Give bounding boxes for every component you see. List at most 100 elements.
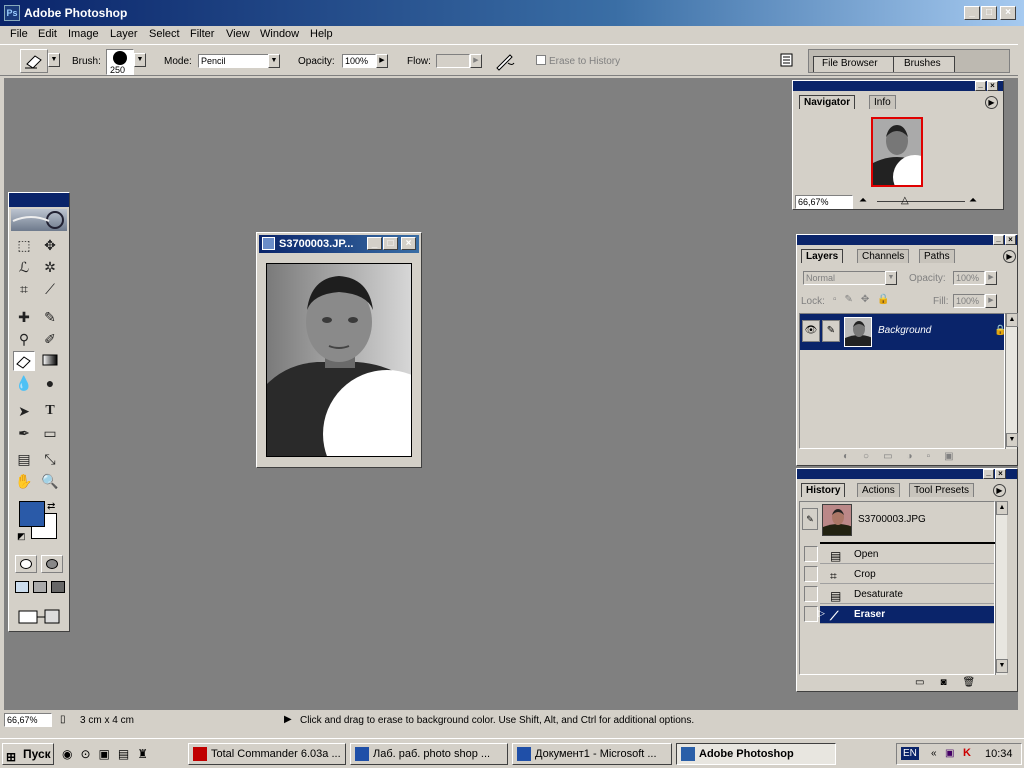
brush-tool-icon[interactable]: ✎ <box>39 307 61 327</box>
jump-to-imageready-icon[interactable] <box>17 607 63 625</box>
hand-tool-icon[interactable]: ✋ <box>13 471 35 491</box>
zoom-tool-icon[interactable]: 🔍 <box>39 471 61 491</box>
menu-help[interactable]: Help <box>310 28 333 40</box>
lock-icons[interactable]: ▫✎✥🔒 <box>833 294 898 305</box>
layers-opacity-arrow[interactable]: ▶ <box>985 271 997 285</box>
notes-tool-icon[interactable]: ▤ <box>13 449 35 469</box>
path-selection-tool-icon[interactable]: ➤ <box>13 401 35 421</box>
tool-preset-picker[interactable] <box>20 49 48 73</box>
history-step-open[interactable]: ▤ Open <box>820 546 994 564</box>
brush-link-icon[interactable]: ✎ <box>822 320 840 342</box>
menu-view[interactable]: View <box>226 28 250 40</box>
healing-brush-tool-icon[interactable]: ✚ <box>13 307 35 327</box>
layers-panel-title[interactable] <box>797 235 1017 245</box>
history-tab[interactable]: History <box>801 483 846 497</box>
history-source-box[interactable] <box>804 566 818 582</box>
history-close-button[interactable]: × <box>995 469 1006 479</box>
history-menu-button[interactable]: ▶ <box>993 484 1006 497</box>
marquee-tool-icon[interactable]: ⬚ <box>13 235 35 255</box>
quick-launch-icons[interactable]: ◉⊙▣▤♜ <box>62 747 156 761</box>
screen-mode-full-icon[interactable] <box>51 581 65 593</box>
lasso-tool-icon[interactable]: ℒ <box>13 257 35 277</box>
layers-menu-button[interactable]: ▶ <box>1003 250 1016 263</box>
history-scrollbar[interactable]: ▲ ▼ <box>995 501 1008 675</box>
layers-close-button[interactable]: × <box>1005 235 1016 245</box>
paths-tab[interactable]: Paths <box>919 249 955 263</box>
gradient-tool-icon[interactable] <box>39 351 61 371</box>
tray-app-icon[interactable]: ▣ <box>945 748 954 759</box>
task-word-document[interactable]: Документ1 - Microsoft ... <box>512 743 672 765</box>
screen-mode-menu-icon[interactable] <box>33 581 47 593</box>
layers-tab[interactable]: Layers <box>801 249 844 263</box>
standard-mode-icon[interactable] <box>15 555 37 573</box>
navigator-close-button[interactable]: × <box>987 81 998 91</box>
menu-select[interactable]: Select <box>149 28 180 40</box>
default-colors-icon[interactable]: ◩ <box>17 531 26 542</box>
menu-layer[interactable]: Layer <box>110 28 138 40</box>
brush-preview[interactable]: 250 <box>106 49 134 75</box>
history-step-desaturate[interactable]: ▤ Desaturate <box>820 586 994 604</box>
history-minimize-button[interactable]: _ <box>983 469 994 479</box>
erase-history-checkbox[interactable] <box>536 55 546 65</box>
magic-wand-tool-icon[interactable]: ✲ <box>39 257 61 277</box>
brush-dropdown[interactable]: ▼ <box>134 53 146 67</box>
history-source-box[interactable] <box>804 546 818 562</box>
layers-footer-icons[interactable]: ◐○▭◑▫▣ <box>843 451 968 462</box>
adobe-online-icon[interactable] <box>11 209 67 231</box>
swap-colors-icon[interactable]: ⇄ <box>47 501 55 512</box>
eyedropper-tool-icon[interactable]: ⤡ <box>39 449 61 469</box>
history-source-box[interactable] <box>804 586 818 602</box>
menu-file[interactable]: File <box>10 28 28 40</box>
tray-arrows-icon[interactable]: « <box>931 748 937 759</box>
actions-tab[interactable]: Actions <box>857 483 900 497</box>
type-tool-icon[interactable]: T <box>39 401 61 421</box>
move-tool-icon[interactable]: ✥ <box>39 235 61 255</box>
zoom-out-icon[interactable]: ⏶ <box>859 195 867 206</box>
palette-menu-icon[interactable] <box>780 53 794 67</box>
screen-mode-standard-icon[interactable] <box>15 581 29 593</box>
quick-mask-icon[interactable] <box>41 555 63 573</box>
fill-arrow[interactable]: ▶ <box>985 294 997 308</box>
image-canvas[interactable] <box>266 263 412 457</box>
history-footer-icons[interactable]: ▭◙🗑 <box>915 677 991 688</box>
layers-minimize-button[interactable]: _ <box>993 235 1004 245</box>
doc-close-button[interactable]: × <box>401 237 416 250</box>
language-indicator[interactable]: EN <box>901 747 919 760</box>
rectangle-tool-icon[interactable]: ▭ <box>39 423 61 443</box>
eye-visibility-icon[interactable]: 👁 <box>802 320 820 342</box>
status-menu-arrow-icon[interactable]: ▶ <box>284 714 292 725</box>
mode-select[interactable]: Pencil <box>198 54 270 68</box>
document-title-bar[interactable]: S3700003.JP... _ □ × <box>259 235 419 253</box>
navigator-menu-button[interactable]: ▶ <box>985 96 998 109</box>
menu-window[interactable]: Window <box>260 28 299 40</box>
layers-opacity-input[interactable]: 100% <box>953 271 985 285</box>
fill-input[interactable]: 100% <box>953 294 985 308</box>
task-total-commander[interactable]: Total Commander 6.03a ... <box>188 743 346 765</box>
window-title-bar[interactable]: Ps Adobe Photoshop _ □ × <box>0 0 1024 26</box>
layers-scrollbar[interactable]: ▲ ▼ <box>1005 313 1018 449</box>
menu-edit[interactable]: Edit <box>38 28 57 40</box>
eraser-tool-icon[interactable] <box>13 351 35 371</box>
zoom-slider-thumb[interactable]: △ <box>901 195 909 206</box>
pen-tool-icon[interactable]: ✒ <box>13 423 35 443</box>
blur-tool-icon[interactable]: 💧 <box>13 373 35 393</box>
channels-tab[interactable]: Channels <box>857 249 910 263</box>
navigator-tab[interactable]: Navigator <box>799 95 856 109</box>
history-step-eraser[interactable]: ⟋ Eraser <box>820 606 994 624</box>
airbrush-icon[interactable] <box>494 51 516 71</box>
snapshot-source-icon[interactable]: ✎ <box>802 508 818 530</box>
zoom-slider[interactable] <box>877 201 965 202</box>
mode-dropdown[interactable]: ▼ <box>268 54 280 68</box>
minimize-button[interactable]: _ <box>964 6 980 20</box>
brushes-tab[interactable]: Brushes <box>893 56 955 72</box>
navigator-minimize-button[interactable]: _ <box>975 81 986 91</box>
blend-mode-select[interactable]: Normal <box>803 271 887 285</box>
navigator-thumbnail[interactable] <box>871 117 923 187</box>
history-brush-tool-icon[interactable]: ✐ <box>39 329 61 349</box>
doc-minimize-button[interactable]: _ <box>367 237 382 250</box>
status-zoom-field[interactable]: 66,67% <box>4 713 52 727</box>
zoom-in-icon[interactable]: ⏶ <box>969 195 977 206</box>
clone-stamp-tool-icon[interactable]: ⚲ <box>13 329 35 349</box>
crop-tool-icon[interactable]: ⌗ <box>13 279 35 299</box>
navigator-zoom-field[interactable]: 66,67% <box>795 195 853 209</box>
